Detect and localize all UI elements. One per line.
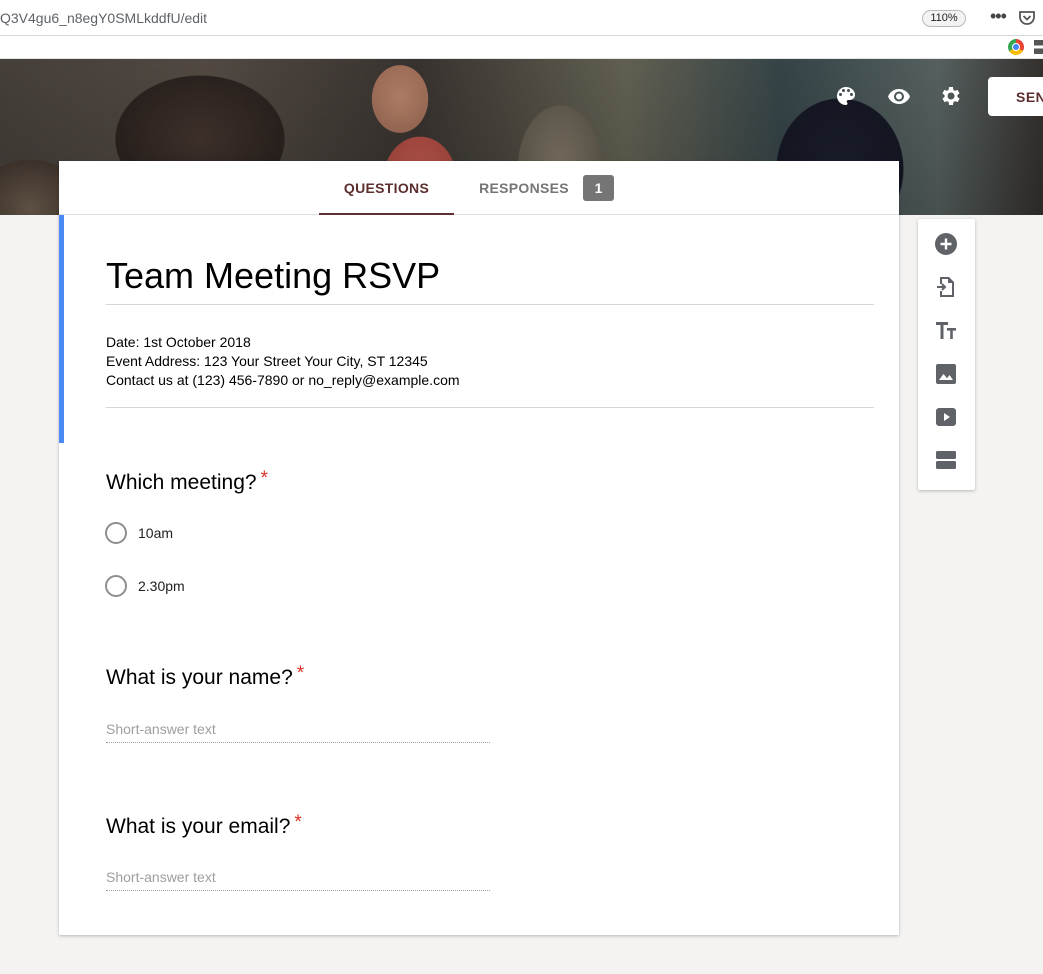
pocket-icon[interactable] [1018,9,1036,27]
question-text: What is your email? [106,815,291,838]
question-text: What is your name? [106,666,293,689]
chrome-icon[interactable] [1008,39,1024,55]
short-answer-field-email[interactable]: Short-answer text [106,867,490,891]
radio-circle-icon[interactable] [105,575,127,597]
form-description[interactable]: Date: 1st October 2018 Event Address: 12… [106,333,460,390]
form-tabs: QUESTIONS RESPONSES 1 [59,161,899,215]
tab-questions[interactable]: QUESTIONS [319,161,454,215]
browser-url-bar: Q3V4gu6_n8egY0SMLkddfU/edit 110% ••• [0,0,1043,36]
apps-icon[interactable] [1034,40,1043,54]
palette-icon[interactable] [834,84,858,108]
add-section-icon[interactable] [934,448,958,472]
description-divider [106,407,874,408]
question-title-email[interactable]: What is your email? * [106,812,302,839]
preview-eye-icon[interactable] [887,84,911,108]
add-video-icon[interactable] [934,405,958,429]
add-image-icon[interactable] [934,362,958,386]
form-card: QUESTIONS RESPONSES 1 Team Meeting RSVP … [59,161,899,935]
required-asterisk: * [296,663,305,684]
description-line-contact: Contact us at (123) 456-7890 or no_reply… [106,372,460,388]
more-options-icon[interactable]: ••• [990,6,1007,27]
tab-responses[interactable]: RESPONSES [469,161,579,215]
responses-count-badge[interactable]: 1 [583,175,614,201]
question-title-meeting[interactable]: Which meeting? * [106,468,268,495]
description-line-address: Event Address: 123 Your Street Your City… [106,353,428,369]
question-text: Which meeting? [106,471,257,494]
short-answer-field-name[interactable]: Short-answer text [106,719,490,743]
import-questions-icon[interactable] [934,275,958,299]
required-asterisk: * [294,812,302,833]
radio-circle-icon[interactable] [105,522,127,544]
required-asterisk: * [260,468,268,489]
description-line-date: Date: 1st October 2018 [106,334,251,350]
title-divider [106,304,874,305]
url-text[interactable]: Q3V4gu6_n8egY0SMLkddfU/edit [0,10,207,26]
form-title[interactable]: Team Meeting RSVP [106,255,440,297]
add-question-icon[interactable] [934,232,958,256]
radio-label: 2.30pm [138,578,185,594]
settings-gear-icon[interactable] [939,84,963,108]
radio-label: 10am [138,525,174,541]
form-toolbar [918,219,975,490]
zoom-indicator[interactable]: 110% [922,10,966,27]
add-title-icon[interactable] [934,318,958,342]
bookmarks-bar [0,36,1043,59]
send-button[interactable]: SEN [988,77,1043,116]
question-title-name[interactable]: What is your name? * [106,663,305,690]
form-title-section[interactable]: Team Meeting RSVP Date: 1st October 2018… [59,215,899,443]
